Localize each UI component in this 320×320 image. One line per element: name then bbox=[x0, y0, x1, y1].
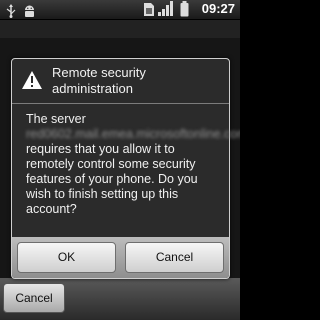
cancel-button[interactable]: Cancel bbox=[125, 242, 224, 273]
security-dialog: Remote security administration The serve… bbox=[11, 58, 240, 279]
sim-icon bbox=[143, 2, 155, 21]
message-prefix: The server bbox=[26, 112, 86, 126]
dialog-title: Remote security administration bbox=[52, 65, 146, 96]
status-time: 09:27 bbox=[201, 1, 235, 16]
screen: 09:27 Cancel Remote security administrat… bbox=[0, 0, 240, 320]
dialog-button-bar: OK Cancel bbox=[12, 237, 229, 278]
server-name-redacted: red0602.mail.emea.microsoftonline.com bbox=[26, 127, 240, 141]
background-title-strip bbox=[0, 20, 240, 38]
dialog-message: The server red0602.mail.emea.microsofton… bbox=[26, 112, 240, 217]
message-suffix: requires that you allow it to remotely c… bbox=[26, 142, 198, 216]
battery-icon bbox=[180, 1, 189, 21]
background-cancel-button[interactable]: Cancel bbox=[3, 283, 65, 313]
ok-button[interactable]: OK bbox=[17, 242, 116, 273]
signal-icon bbox=[158, 1, 174, 20]
status-bar: 09:27 bbox=[0, 0, 240, 20]
dialog-header: Remote security administration bbox=[12, 59, 229, 104]
warning-icon bbox=[21, 70, 43, 94]
